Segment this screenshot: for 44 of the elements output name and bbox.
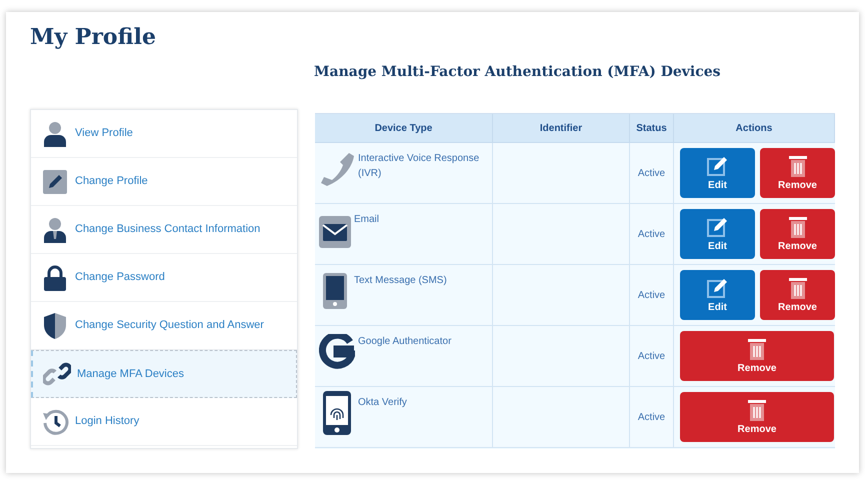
shield-icon [41, 312, 69, 340]
device-name: Text Message (SMS) [354, 274, 447, 288]
remove-button[interactable]: Remove [680, 392, 834, 442]
pencil-icon [41, 168, 69, 196]
link-icon [43, 360, 71, 388]
trash-icon [745, 336, 769, 360]
device-name: Google Authenticator [358, 335, 452, 349]
sidebar-item[interactable]: Change Business Contact Information [31, 206, 297, 254]
fingerprint-phone-icon [323, 391, 351, 435]
businessperson-icon [41, 216, 69, 244]
column-header: Device Type [315, 114, 493, 142]
mobile-phone-icon [323, 273, 347, 309]
sidebar-item[interactable]: View Profile [31, 110, 297, 158]
status-text: Active [638, 288, 666, 302]
remove-button[interactable]: Remove [680, 331, 834, 381]
section-title: Manage Multi-Factor Authentication (MFA) Devices [314, 65, 722, 79]
lock-icon [41, 264, 69, 292]
page-title: My Profile [30, 26, 157, 48]
column-header: Identifier [493, 114, 630, 142]
envelope-icon [319, 216, 351, 248]
status-text: Active [638, 410, 666, 424]
column-header: Actions [674, 114, 835, 142]
remove-button[interactable]: Remove [760, 148, 835, 198]
remove-button[interactable]: Remove [760, 270, 835, 320]
sidebar-item[interactable]: Change Profile [31, 158, 297, 206]
remove-button[interactable]: Remove [760, 209, 835, 259]
edit-button[interactable]: Edit [680, 148, 755, 198]
person-icon [41, 120, 69, 148]
device-name: Email [354, 213, 380, 227]
status-text: Active [638, 350, 666, 364]
status-text: Active [638, 228, 666, 242]
sidebar-item[interactable]: Change Password [31, 254, 297, 302]
status-text: Active [638, 166, 666, 180]
edit-button[interactable]: Edit [680, 209, 755, 259]
sidebar-item[interactable]: Login History [31, 398, 297, 446]
column-header: Status [630, 114, 674, 142]
phone-icon [319, 151, 355, 187]
device-name: Okta Verify [358, 396, 407, 410]
trash-icon [745, 398, 769, 422]
history-icon [41, 408, 69, 436]
edit-button[interactable]: Edit [680, 270, 755, 320]
sidebar-item[interactable]: Manage MFA Devices [31, 350, 297, 398]
device-name: Interactive Voice Response (IVR) [358, 152, 480, 181]
g-logo-icon [319, 334, 355, 370]
